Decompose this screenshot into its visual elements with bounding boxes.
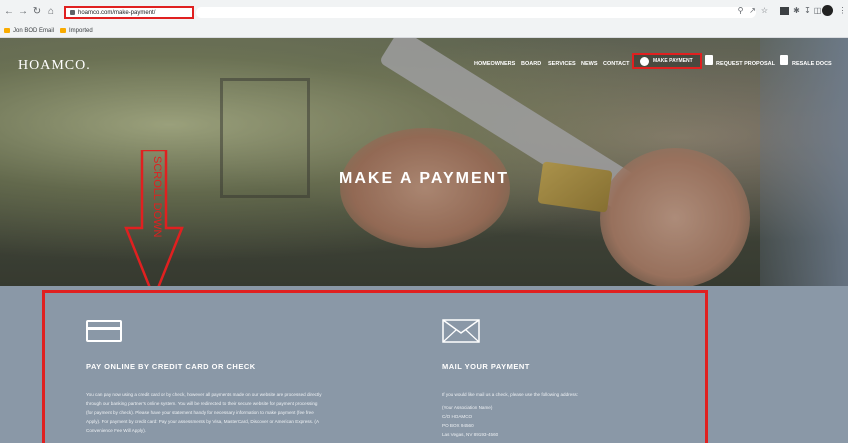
address-bar[interactable]: hoamco.com/make-payment/ xyxy=(64,6,194,19)
reload-icon[interactable]: ↻ xyxy=(32,6,42,18)
online-payment-text: You can pay now using a credit card or b… xyxy=(86,392,322,433)
make-payment-label: MAKE PAYMENT xyxy=(653,58,693,64)
mail-payment-title: MAIL YOUR PAYMENT xyxy=(442,362,530,371)
nav-homeowners[interactable]: HOMEOWNERS xyxy=(474,58,515,70)
profile-icon[interactable] xyxy=(822,5,833,16)
scroll-down-label: SCROLL DOWN xyxy=(151,156,163,238)
folder-icon xyxy=(4,27,10,33)
folder-icon xyxy=(60,27,66,33)
home-icon[interactable]: ⌂ xyxy=(46,6,56,18)
resale-docs-link[interactable]: RESALE DOCS xyxy=(792,58,832,70)
sidepanel-icon[interactable]: ◫ xyxy=(813,6,822,16)
menu-icon[interactable]: ⋮ xyxy=(838,6,847,16)
nav-board[interactable]: BOARD xyxy=(521,58,541,70)
make-payment-button[interactable]: MAKE PAYMENT xyxy=(632,53,702,69)
address-bar-extension[interactable] xyxy=(196,7,756,18)
url-text: hoamco.com/make-payment/ xyxy=(78,10,156,16)
bookmarks-bar: Jon BOD Email Imported xyxy=(0,25,848,37)
request-proposal-link[interactable]: REQUEST PROPOSAL xyxy=(716,58,775,70)
dollar-icon xyxy=(640,57,649,66)
mail-payment-text: If you would like mail us a check, pleas… xyxy=(442,392,579,437)
nav-news[interactable]: NEWS xyxy=(581,58,598,70)
extension-icon[interactable] xyxy=(780,7,789,15)
nav-contact[interactable]: CONTACT xyxy=(603,58,629,70)
back-icon[interactable]: ← xyxy=(4,6,14,18)
page: ← → ↻ ⌂ hoamco.com/make-payment/ ⚲ ↗ ☆ ✱… xyxy=(0,0,848,443)
share-icon[interactable]: ↗ xyxy=(748,6,757,16)
hero-banner: HOAMCO. HOMEOWNERS BOARD SERVICES NEWS C… xyxy=(0,38,848,286)
resale-docs-icon xyxy=(780,55,788,65)
document-icon xyxy=(705,55,713,65)
puzzle-icon[interactable]: ✱ xyxy=(792,6,801,16)
credit-card-icon xyxy=(86,320,122,342)
forward-icon[interactable]: → xyxy=(18,6,28,18)
scroll-down-arrow: SCROLL DOWN xyxy=(124,150,184,286)
bookmark-item[interactable]: Jon BOD Email xyxy=(4,25,54,37)
bookmark-item[interactable]: Imported xyxy=(60,25,93,37)
site-logo[interactable]: HOAMCO. xyxy=(18,58,91,74)
star-icon[interactable]: ☆ xyxy=(760,6,769,16)
zoom-icon[interactable]: ⚲ xyxy=(736,6,745,16)
payment-options: PAY ONLINE BY CREDIT CARD OR CHECK You c… xyxy=(0,286,848,443)
envelope-icon xyxy=(442,319,480,343)
download-icon[interactable]: ↧ xyxy=(803,6,812,16)
lock-icon xyxy=(70,9,75,15)
online-payment-title: PAY ONLINE BY CREDIT CARD OR CHECK xyxy=(86,362,256,371)
nav-services[interactable]: SERVICES xyxy=(548,58,576,70)
browser-toolbar: ← → ↻ ⌂ hoamco.com/make-payment/ ⚲ ↗ ☆ ✱… xyxy=(0,0,848,38)
